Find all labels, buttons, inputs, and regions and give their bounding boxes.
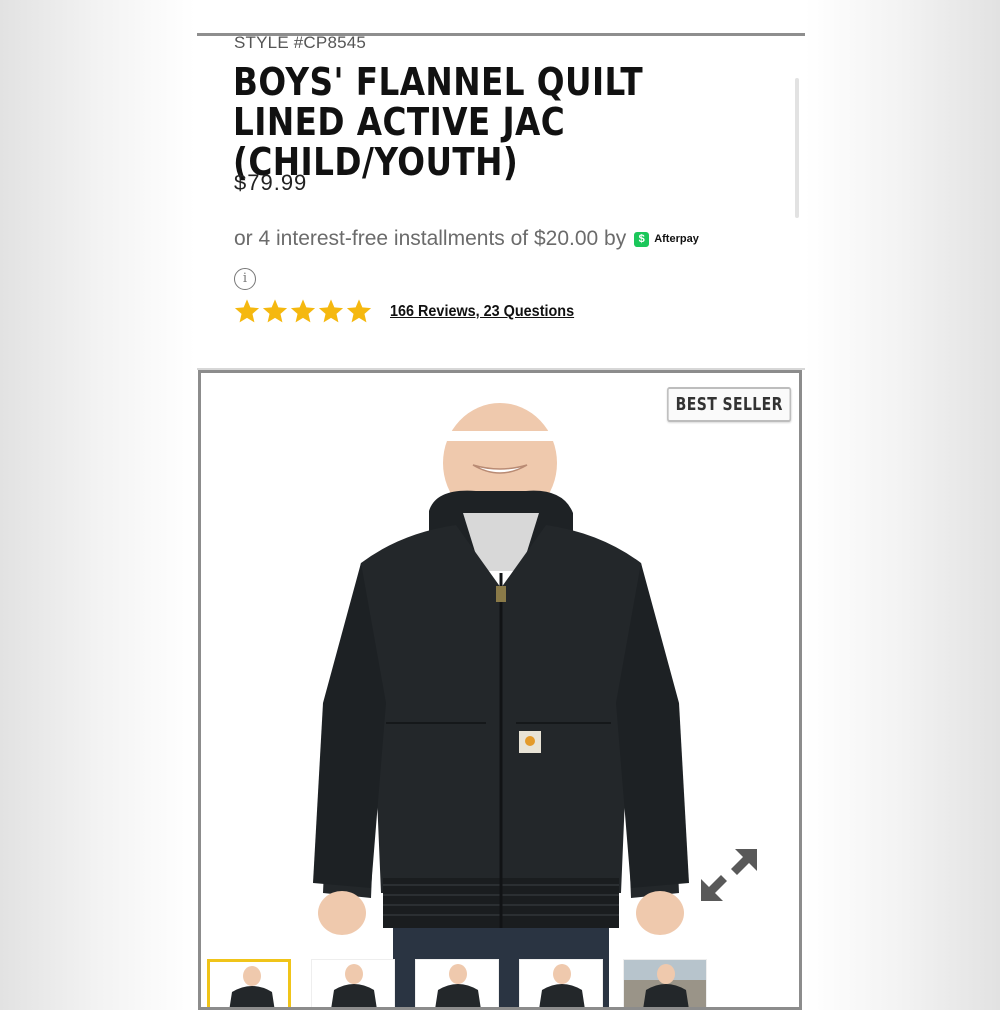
afterpay-icon: $: [634, 231, 650, 247]
thumbnail-image: [210, 962, 288, 1007]
thumbnail-image: [624, 960, 706, 1007]
star-icon: [234, 299, 260, 323]
gallery-thumbnail[interactable]: [623, 959, 707, 1007]
product-main-image[interactable]: [201, 373, 799, 1007]
gallery-thumbnail[interactable]: [207, 959, 291, 1007]
afterpay-label: Afterpay: [654, 233, 699, 245]
product-page: STYLE #CP8545 BOYS' FLANNEL QUILT LINED …: [197, 0, 805, 1010]
installments-row: or 4 interest-free installments of $20.0…: [234, 227, 699, 251]
thumbnail-image: [416, 960, 498, 1007]
best-seller-badge: BEST SELLER: [666, 387, 791, 422]
gallery-thumbnail[interactable]: [415, 959, 499, 1007]
gallery-thumbnail[interactable]: [519, 959, 603, 1007]
scrollbar[interactable]: [795, 78, 799, 218]
product-price: $79.99: [234, 170, 308, 195]
star-icon: [346, 299, 372, 323]
star-icon: [318, 299, 344, 323]
star-icon: [290, 299, 316, 323]
style-number: STYLE #CP8545: [234, 33, 367, 52]
expand-arrows-icon[interactable]: [699, 845, 759, 905]
afterpay-logo[interactable]: $ Afterpay: [634, 231, 699, 247]
installments-text: or 4 interest-free installments of $20.0…: [234, 227, 627, 250]
reviews-questions-link[interactable]: 166 Reviews, 23 Questions: [390, 303, 574, 321]
star-icon: [262, 299, 288, 323]
info-circle-icon[interactable]: i: [234, 268, 256, 290]
thumbnail-strip: [207, 959, 707, 1007]
thumbnail-image: [312, 960, 394, 1007]
product-title: BOYS' FLANNEL QUILT LINED ACTIVE JAC (CH…: [233, 60, 644, 184]
rating-stars[interactable]: [234, 298, 372, 324]
product-gallery: BEST SELLER: [198, 370, 802, 1010]
gallery-thumbnail[interactable]: [311, 959, 395, 1007]
thumbnail-image: [520, 960, 602, 1007]
